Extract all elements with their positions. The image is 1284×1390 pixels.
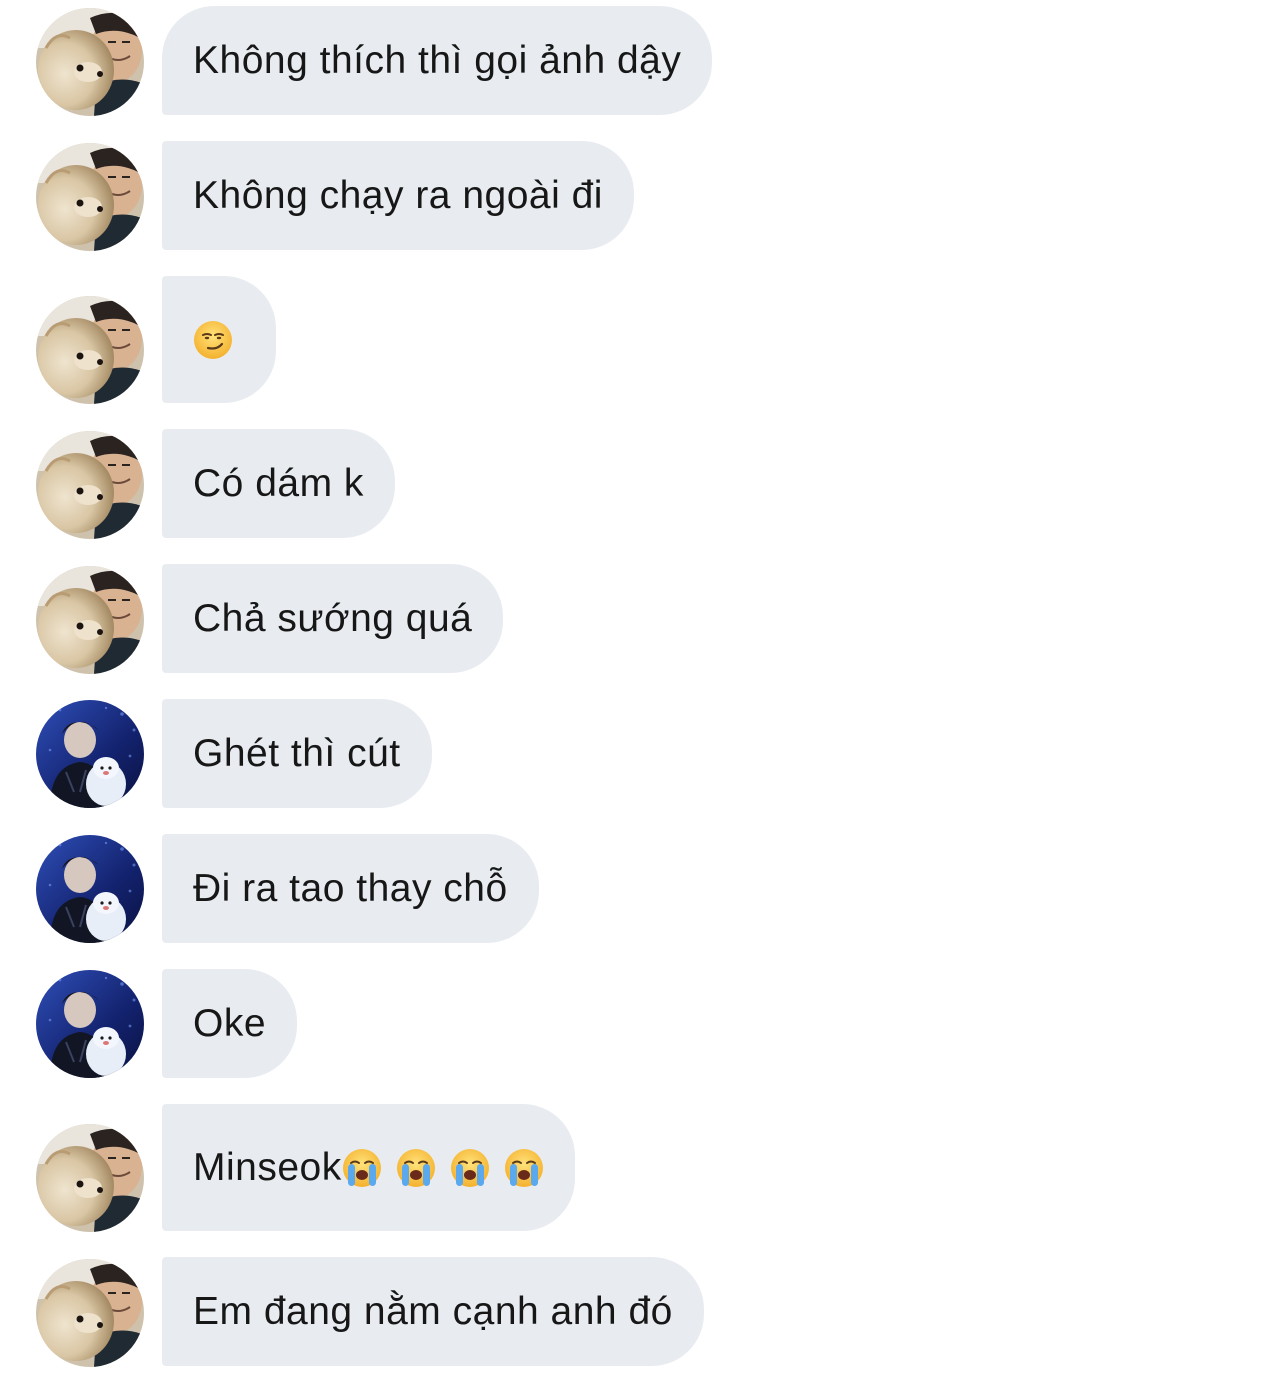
message-row: Đi ra tao thay chỗ xyxy=(0,834,1284,943)
message-row: Chả sướng quá xyxy=(0,564,1284,673)
smirking-face-emoji xyxy=(193,320,233,360)
loudly-crying-face-emoji xyxy=(396,1148,436,1188)
message-bubble[interactable]: Không chạy ra ngoài đi xyxy=(162,141,634,250)
message-text: Chả sướng quá xyxy=(193,596,473,640)
message-row: Không chạy ra ngoài đi xyxy=(0,141,1284,250)
loudly-crying-face-emoji xyxy=(342,1148,382,1188)
message-row xyxy=(0,276,1284,403)
loudly-crying-face-emoji xyxy=(504,1148,544,1188)
sender-avatar[interactable] xyxy=(36,8,144,116)
sender-avatar[interactable] xyxy=(36,566,144,674)
message-row: Không thích thì gọi ảnh dậy xyxy=(0,6,1284,115)
message-bubble[interactable]: Ghét thì cút xyxy=(162,699,432,808)
message-bubble[interactable] xyxy=(162,276,276,403)
message-text: Có dám k xyxy=(193,461,364,505)
message-text: Minseok xyxy=(193,1145,342,1189)
message-bubble[interactable]: Chả sướng quá xyxy=(162,564,504,673)
message-text: Đi ra tao thay chỗ xyxy=(193,866,508,910)
message-text: Không chạy ra ngoài đi xyxy=(193,173,603,217)
sender-avatar[interactable] xyxy=(36,296,144,404)
message-bubble[interactable]: Đi ra tao thay chỗ xyxy=(162,834,539,943)
message-text: Oke xyxy=(193,1001,267,1045)
message-bubble[interactable]: Em đang nằm cạnh anh đó xyxy=(162,1257,704,1366)
message-bubble[interactable]: Không thích thì gọi ảnh dậy xyxy=(162,6,713,115)
message-text: Không thích thì gọi ảnh dậy xyxy=(193,38,682,82)
message-row: Có dám k xyxy=(0,429,1284,538)
message-bubble[interactable]: Oke xyxy=(162,969,298,1078)
sender-avatar[interactable] xyxy=(36,143,144,251)
message-row: Minseok xyxy=(0,1104,1284,1231)
message-row: Oke xyxy=(0,969,1284,1078)
loudly-crying-face-emoji xyxy=(450,1148,490,1188)
message-text: Ghét thì cút xyxy=(193,731,401,775)
sender-avatar[interactable] xyxy=(36,431,144,539)
message-row: Ghét thì cút xyxy=(0,699,1284,808)
sender-avatar[interactable] xyxy=(36,1124,144,1232)
message-bubble[interactable]: Có dám k xyxy=(162,429,395,538)
sender-avatar[interactable] xyxy=(36,835,144,943)
sender-avatar[interactable] xyxy=(36,970,144,1078)
message-bubble[interactable]: Minseok xyxy=(162,1104,575,1231)
message-row: Em đang nằm cạnh anh đó xyxy=(0,1257,1284,1366)
sender-avatar[interactable] xyxy=(36,1259,144,1367)
sender-avatar[interactable] xyxy=(36,700,144,808)
message-text: Em đang nằm cạnh anh đó xyxy=(193,1289,673,1333)
